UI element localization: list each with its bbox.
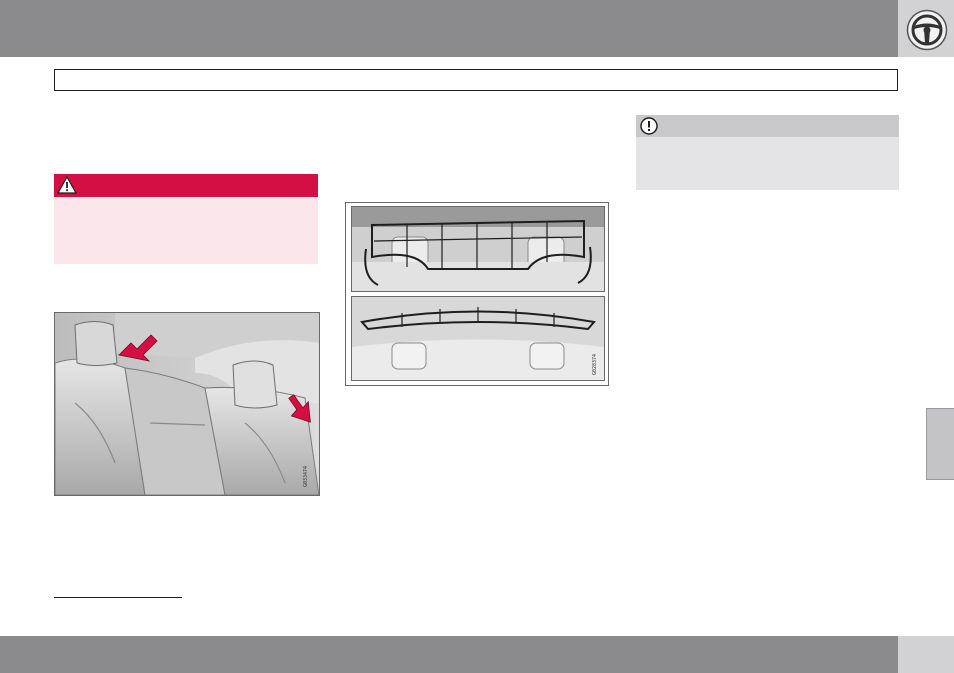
figure-code: G028374 — [592, 354, 598, 375]
bottom-footer-bar — [0, 636, 898, 673]
section-title-frame — [54, 69, 898, 91]
steering-wheel-icon — [906, 9, 948, 51]
upper-net-illustration — [352, 207, 604, 291]
cargo-net-upper-photo — [351, 206, 605, 292]
cargo-net-lower-photo: G028374 — [351, 296, 605, 381]
warning-box — [54, 174, 318, 264]
top-header-bar — [0, 0, 898, 57]
cargo-net-figure: G028374 — [345, 202, 609, 386]
chapter-side-tab — [926, 408, 954, 480]
rear-seat-headrest-photo: G033474 — [54, 312, 320, 496]
note-header — [636, 115, 899, 137]
warning-triangle-icon — [57, 176, 77, 194]
lower-net-illustration: G028374 — [352, 297, 604, 380]
footnote-divider — [54, 597, 182, 598]
figure-code: G033474 — [303, 466, 309, 487]
exclamation-circle-icon — [640, 117, 658, 135]
note-box — [636, 115, 899, 190]
bottom-corner-block — [898, 636, 954, 673]
rear-seat-illustration: G033474 — [55, 313, 319, 495]
warning-header — [54, 174, 318, 197]
